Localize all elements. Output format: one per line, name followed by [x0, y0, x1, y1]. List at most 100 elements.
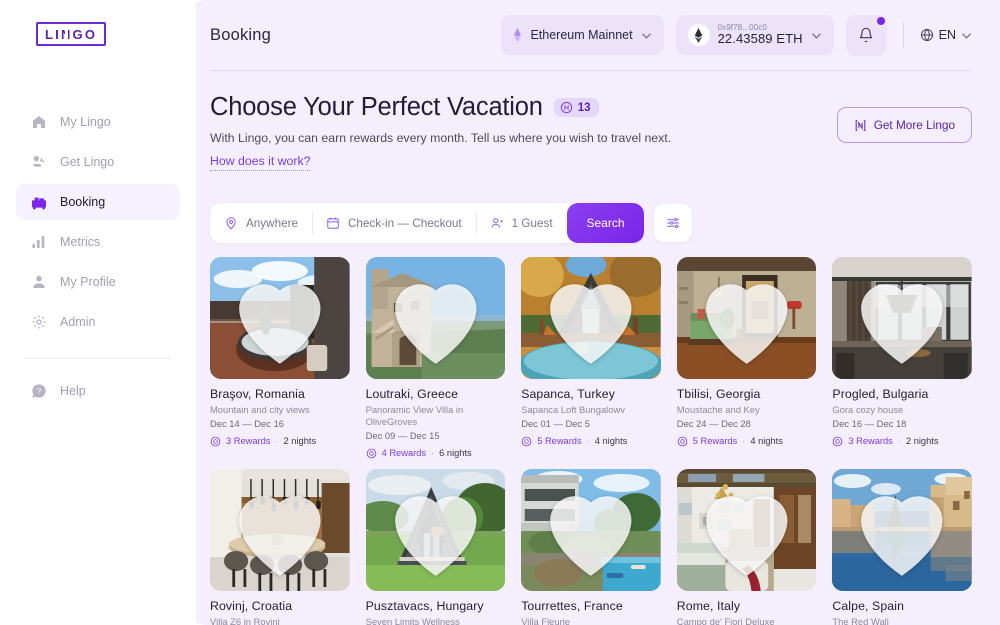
favorite-heart-icon[interactable] [521, 469, 661, 591]
listing-title: Sapanca, Turkey [521, 387, 615, 401]
favorite-heart-icon[interactable] [521, 257, 661, 379]
wallet-balance: 22.43589 ETH [717, 31, 803, 47]
listing-title: Pusztavacs, Hungary [365, 598, 484, 613]
topbar: Booking Ethereum Mainnet 0x9f78...00c0 2… [210, 0, 972, 70]
sidebar: LINGO My Lingo Get Lingo Booking Metrics… [0, 0, 196, 625]
listing-card[interactable]: Sapanca, Turkey Sapanca Loft Bungalowv D… [521, 257, 661, 459]
network-label: Ethereum Mainnet [530, 28, 633, 42]
favorite-heart-icon[interactable] [677, 469, 817, 591]
listing-subtitle: Moustache and Key [676, 404, 760, 415]
globe-icon [920, 28, 933, 42]
listing-nights: 4 nights [750, 436, 783, 447]
get-more-lingo-label: Get More Lingo [873, 118, 955, 132]
lingo-token-icon [560, 101, 572, 114]
listing-nights: 4 nights [594, 436, 628, 447]
listing-card[interactable]: Calpe, Spain The Red Wall Jan 04 — Jan 0… [832, 468, 972, 625]
notification-badge [876, 16, 885, 25]
listing-card[interactable]: Rovinj, Croatia Villa Z6 in Rovinj Jan 0… [210, 468, 350, 625]
listing-meta: 5 Rewards · 4 nights [677, 436, 817, 447]
listing-meta: 4 Rewards · 6 nights [366, 448, 506, 459]
hero-subtitle: With Lingo, you can earn rewards every m… [210, 131, 672, 145]
listing-card[interactable]: Pusztavacs, Hungary Seven Limits Wellnes… [365, 468, 506, 625]
chevron-down-icon [641, 32, 651, 39]
topbar-divider [902, 22, 904, 48]
favorite-heart-icon[interactable] [366, 257, 506, 379]
bar-chart-icon [30, 234, 47, 251]
listing-title: Braşov, Romania [210, 387, 305, 401]
meta-separator: · [897, 436, 901, 447]
listing-thumbnail[interactable] [676, 468, 817, 591]
listing-card[interactable]: Progled, Bulgaria Gora cozy house Dec 16… [832, 257, 972, 459]
sidebar-item-help[interactable]: ? Help [16, 373, 180, 409]
booking-icon [30, 194, 47, 211]
listing-card[interactable]: Tbilisi, Georgia Moustache and Key Dec 2… [676, 257, 817, 459]
listing-subtitle: Campo de' Fiori Deluxe Apartment [676, 615, 775, 625]
sidebar-item-get-lingo[interactable]: Get Lingo [16, 144, 180, 180]
app-root: LINGO My Lingo Get Lingo Booking Metrics… [0, 0, 1000, 625]
favorite-heart-icon[interactable] [832, 469, 972, 591]
favorite-heart-icon[interactable] [832, 257, 972, 379]
listing-rewards: 5 Rewards [537, 436, 582, 447]
language-selector[interactable]: EN [920, 28, 972, 42]
user-icon [30, 274, 47, 291]
listing-subtitle: Mountain and city views [210, 404, 310, 415]
listing-card[interactable]: Rome, Italy Campo de' Fiori Deluxe Apart… [676, 468, 817, 625]
token-balance-badge: 13 [553, 98, 599, 117]
listing-thumbnail[interactable] [210, 257, 350, 379]
listing-rewards: 3 Rewards [848, 436, 893, 447]
get-more-lingo-button[interactable]: Get More Lingo [836, 107, 972, 143]
favorite-heart-icon[interactable] [677, 257, 817, 379]
listing-card[interactable]: Tourrettes, France Villa Fleurie Dec 26 … [521, 468, 661, 625]
listing-thumbnail[interactable] [521, 468, 661, 591]
meta-separator: · [275, 436, 279, 447]
sidebar-item-admin[interactable]: Admin [16, 304, 180, 340]
listing-thumbnail[interactable] [832, 468, 972, 591]
meta-separator: · [431, 448, 435, 458]
notifications-button[interactable] [845, 14, 887, 56]
meta-separator: · [586, 436, 590, 447]
logo[interactable]: LINGO [16, 0, 180, 46]
listing-rewards: 5 Rewards [692, 436, 738, 447]
filters-button[interactable] [654, 204, 692, 242]
how-does-it-work-link[interactable]: How does it work? [210, 154, 311, 171]
listing-thumbnail[interactable] [832, 257, 972, 379]
sidebar-item-my-lingo[interactable]: My Lingo [16, 104, 180, 140]
guests-icon [491, 218, 503, 228]
sidebar-item-label: Get Lingo [60, 155, 115, 169]
listing-thumbnail[interactable] [365, 468, 506, 591]
listing-title: Tbilisi, Georgia [676, 387, 761, 401]
listing-thumbnail[interactable] [210, 468, 350, 591]
search-location-field[interactable]: Anywhere [210, 203, 312, 243]
listing-subtitle: Panoramic View Villa in OliveGroves [365, 404, 464, 427]
logo-text: LINGO [45, 27, 98, 42]
search-location-value: Anywhere [246, 216, 298, 230]
ethereum-icon [514, 28, 522, 42]
sidebar-item-metrics[interactable]: Metrics [16, 224, 180, 260]
reward-token-icon [521, 436, 532, 447]
search-guests-field[interactable]: 1 Guest [475, 203, 567, 243]
favorite-heart-icon[interactable] [366, 469, 506, 591]
listing-card[interactable]: Braşov, Romania Mountain and city views … [210, 257, 350, 459]
listing-thumbnail[interactable] [521, 257, 661, 379]
favorite-heart-icon[interactable] [210, 469, 350, 591]
search-guests-value: 1 Guest [511, 216, 553, 230]
listing-thumbnail[interactable] [676, 257, 817, 379]
listing-dates: Dec 09 — Dec 15 [365, 429, 440, 441]
favorite-heart-icon[interactable] [210, 257, 350, 379]
sidebar-item-booking[interactable]: Booking [16, 184, 180, 220]
search-section: Anywhere Check-in — Checkout 1 Guest Sea… [210, 187, 972, 257]
network-selector[interactable]: Ethereum Mainnet [501, 15, 664, 55]
search-button[interactable]: Search [567, 203, 644, 243]
wallet-selector[interactable]: 0x9f78...00c0 22.43589 ETH [675, 15, 834, 55]
reward-token-icon [210, 436, 221, 447]
listing-thumbnail[interactable] [365, 257, 506, 379]
listings-grid: Braşov, Romania Mountain and city views … [210, 257, 972, 625]
gear-icon [30, 314, 47, 331]
listing-card[interactable]: Loutraki, Greece Panoramic View Villa in… [365, 257, 506, 459]
listing-dates: Dec 14 — Dec 16 [210, 417, 284, 429]
sidebar-item-label: Booking [60, 195, 106, 209]
search-dates-field[interactable]: Check-in — Checkout [311, 203, 476, 243]
listing-title: Calpe, Spain [832, 598, 905, 613]
sidebar-item-my-profile[interactable]: My Profile [16, 264, 180, 300]
listing-title: Progled, Bulgaria [832, 387, 929, 401]
